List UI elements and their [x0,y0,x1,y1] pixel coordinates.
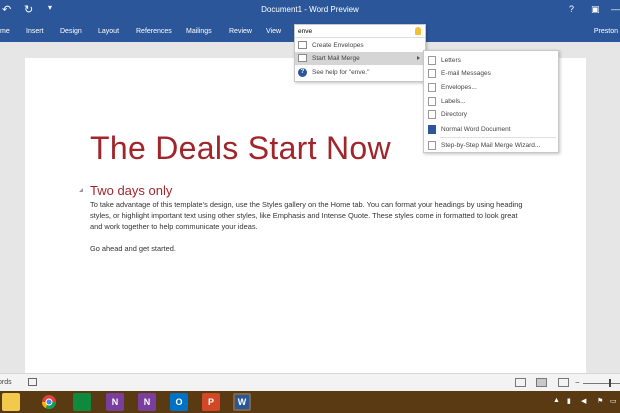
tell-me-item-label: See help for "enve." [312,69,370,76]
word-icon-glyph: W [235,395,249,409]
tell-me-input-value: enve [298,28,313,35]
collapse-heading-icon[interactable] [79,188,83,192]
tab-references[interactable]: References [136,28,172,35]
directory-icon [428,110,436,119]
envelope-icon [298,41,307,49]
volume-icon[interactable]: ◀ [581,397,586,405]
tell-me-item-start-mail-merge[interactable]: Start Mail Merge [295,52,425,65]
tell-me-item-label: Start Mail Merge [312,55,360,62]
store-icon[interactable] [73,393,91,411]
help-icon: ? [298,68,307,77]
submenu-item-label: Letters [441,57,461,64]
submenu-item-letters[interactable]: Letters [424,54,558,67]
document-heading: The Deals Start Now [90,130,391,166]
ribbon-display-button[interactable]: ▣ [591,4,600,15]
submenu-item-labels[interactable]: Labels... [424,95,558,108]
submenu-divider [440,137,556,138]
web-layout-view-icon[interactable] [558,378,569,387]
letter-icon [428,56,436,65]
tab-home[interactable]: me [0,28,10,35]
mail-merge-icon [298,54,307,62]
network-icon[interactable]: ▮ [567,397,571,405]
lightbulb-icon [415,27,421,35]
tab-design[interactable]: Design [60,28,82,35]
mail-merge-submenu: Letters E-mail Messages Envelopes... Lab… [423,50,559,153]
battery-icon[interactable]: ▭ [610,397,617,405]
proofing-icon[interactable] [28,378,37,386]
help-button[interactable]: ? [569,4,574,14]
word-document-icon [428,125,436,134]
status-bar: ords − [0,373,620,391]
user-name[interactable]: Preston [594,28,618,35]
submenu-item-directory[interactable]: Directory [424,108,558,121]
labels-icon [428,97,436,106]
submenu-item-envelopes[interactable]: Envelopes... [424,81,558,94]
print-layout-view-icon[interactable] [536,378,547,387]
tell-me-item-label: Create Envelopes [312,42,364,49]
tab-mailings[interactable]: Mailings [186,28,212,35]
window-title: Document1 - Word Preview [261,5,359,14]
submenu-item-label: Normal Word Document [441,126,511,133]
word-count[interactable]: ords [0,379,12,386]
zoom-out-icon[interactable]: − [575,378,580,387]
wizard-icon [428,141,436,150]
title-bar: ↶ ↻ ▾ Document1 - Word Preview ? ▣ — [0,0,620,22]
document-subheading: Two days only [90,183,173,198]
tray-chevron-icon[interactable]: ▲ [553,397,560,404]
submenu-arrow-icon [417,56,420,60]
submenu-item-label: Step-by-Step Mail Merge Wizard... [441,142,541,149]
tell-me-input[interactable]: enve [295,25,425,38]
tell-me-item-see-help[interactable]: ? See help for "enve." [295,66,425,79]
submenu-item-wizard[interactable]: Step-by-Step Mail Merge Wizard... [424,139,558,152]
chrome-icon[interactable] [40,393,58,411]
file-explorer-icon[interactable] [2,393,20,411]
onenote-icon[interactable]: N [138,393,156,411]
powerpoint-icon[interactable]: P [202,393,220,411]
read-mode-view-icon[interactable] [515,378,526,387]
submenu-item-label: Directory [441,111,468,118]
submenu-item-label: Labels... [441,98,466,105]
submenu-item-label: Envelopes... [441,84,477,91]
tell-me-item-create-envelopes[interactable]: Create Envelopes [295,39,425,52]
submenu-item-normal-word-document[interactable]: Normal Word Document [424,123,558,136]
submenu-item-label: E-mail Messages [441,70,491,77]
zoom-slider[interactable] [583,383,620,384]
envelope-icon [428,83,436,92]
body-paragraph-1: To take advantage of this template’s des… [90,200,523,231]
tab-view[interactable]: View [266,28,281,35]
tab-layout[interactable]: Layout [98,28,119,35]
flag-icon[interactable]: ⚑ [597,397,603,405]
tab-review[interactable]: Review [229,28,252,35]
onenote-x-icon[interactable]: N [106,393,124,411]
tab-insert[interactable]: Insert [26,28,44,35]
zoom-slider-thumb[interactable] [609,379,611,387]
email-icon [428,69,436,78]
outlook-icon[interactable]: O [170,393,188,411]
body-paragraph-2: Go ahead and get started. [90,244,176,253]
minimize-button[interactable]: — [611,4,620,14]
tell-me-dropdown: enve Create Envelopes Start Mail Merge ?… [294,24,426,82]
word-icon[interactable]: W [233,393,251,411]
submenu-item-email-messages[interactable]: E-mail Messages [424,67,558,80]
taskbar: N N O P W ▲ ▮ ◀ ⚑ ▭ [0,391,620,413]
